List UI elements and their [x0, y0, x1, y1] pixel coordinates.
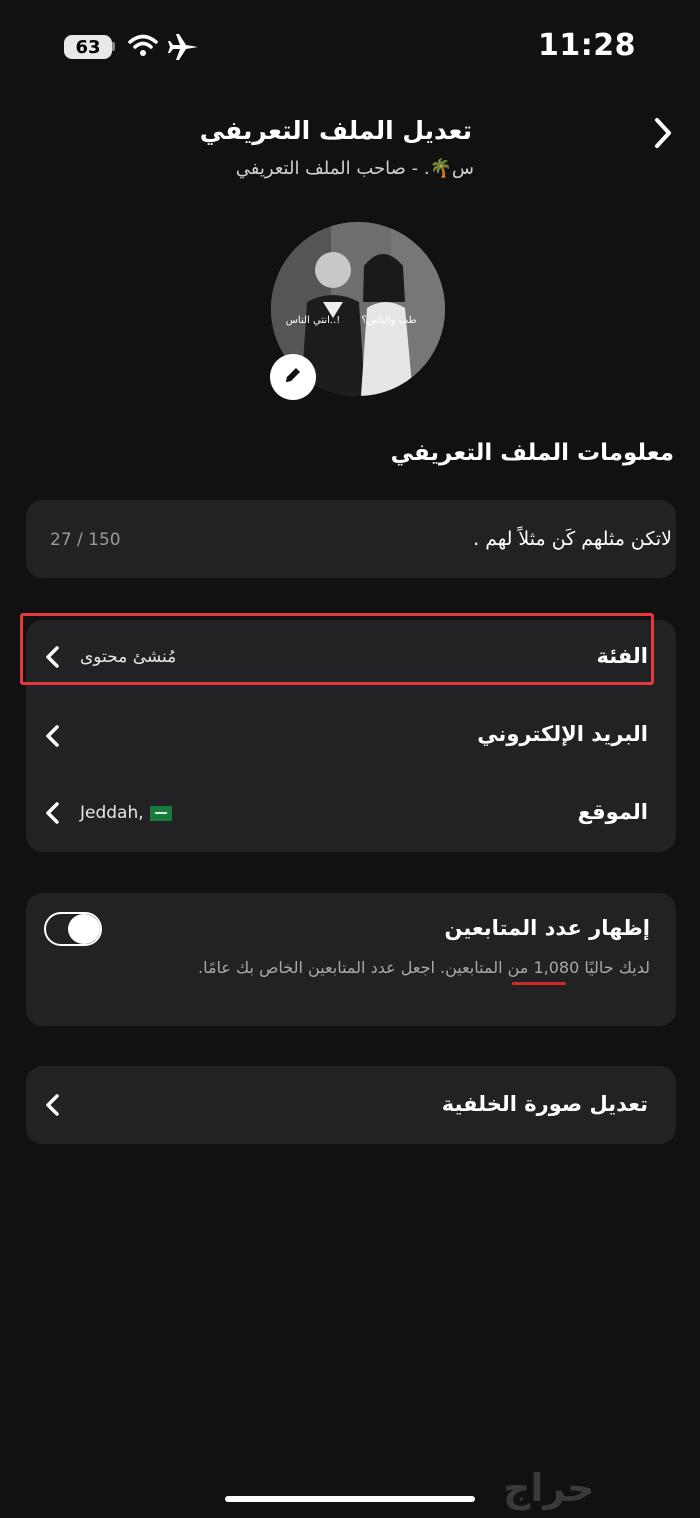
page-title: تعديل الملف التعريفي	[199, 116, 472, 145]
followers-toggle-title: إظهار عدد المتابعين	[444, 916, 650, 940]
battery-level: 63	[75, 36, 101, 58]
category-highlight-box	[20, 613, 654, 685]
chevron-left-icon	[44, 801, 62, 825]
status-time: 11:28	[538, 28, 636, 63]
photo-caption-left: انتي الناس..!	[286, 315, 341, 326]
airplane-icon	[168, 32, 200, 66]
chevron-left-icon	[44, 1093, 62, 1117]
photo-caption-right: طب والناس؟	[361, 315, 416, 326]
location-city: Jeddah,	[80, 803, 144, 823]
follower-count-underline	[512, 982, 566, 985]
battery-indicator: 63	[64, 35, 112, 59]
battery-nub	[112, 42, 115, 51]
bio-char-counter: 27 / 150	[50, 530, 121, 550]
location-label: الموقع	[577, 800, 648, 824]
edit-avatar-button[interactable]	[270, 354, 316, 400]
section-heading: معلومات الملف التعريفي	[390, 440, 674, 466]
page-subtitle: س🌴. - صاحب الملف التعريفي	[235, 158, 474, 179]
haraj-watermark: حراج	[503, 1466, 595, 1510]
toggle-knob	[68, 914, 100, 944]
chevron-left-icon	[44, 724, 62, 748]
edit-background-label: تعديل صورة الخلفية	[441, 1092, 648, 1116]
wifi-icon	[128, 34, 158, 62]
bio-text[interactable]: لاتكن مثلهم كَن مثلاً لهم .	[473, 528, 672, 550]
email-label: البريد الإلكتروني	[477, 722, 648, 746]
location-value: Jeddah,	[80, 803, 172, 823]
followers-toggle-description: لديك حاليًا 1,080 من المتابعين. اجعل عدد…	[198, 958, 650, 977]
saudi-flag-icon	[149, 805, 172, 821]
home-indicator[interactable]	[225, 1496, 475, 1502]
back-chevron-icon[interactable]	[652, 116, 674, 154]
pencil-icon	[282, 364, 304, 390]
